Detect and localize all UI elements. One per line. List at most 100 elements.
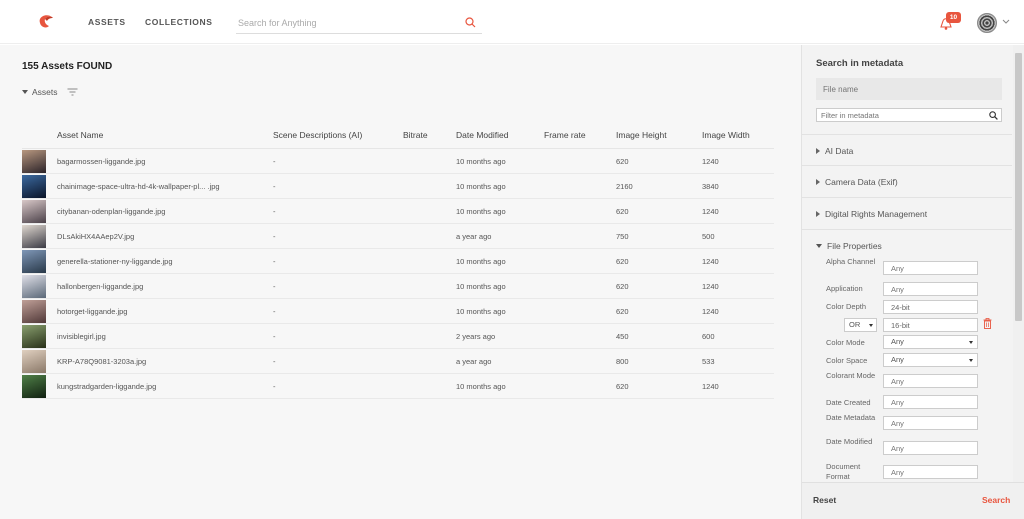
asset-name-cell[interactable]: DLsAkiHX4AAep2V.jpg <box>57 232 134 241</box>
image-width-cell: 1240 <box>702 157 719 166</box>
assets-found-title: 155 Assets FOUND <box>22 61 113 72</box>
scene-description-cell: - <box>273 307 276 316</box>
asset-name-cell[interactable]: invisiblegirl.jpg <box>57 332 106 341</box>
asset-name-cell[interactable]: hotorget-liggande.jpg <box>57 307 127 316</box>
scene-description-cell: - <box>273 332 276 341</box>
table-row[interactable]: bagarmossen-liggande.jpg - 10 months ago 62… <box>22 149 774 174</box>
asset-name-cell[interactable]: hallonbergen-liggande.jpg <box>57 282 143 291</box>
table-row[interactable]: hotorget-liggande.jpg - 10 months ago 620 12… <box>22 299 774 324</box>
panel-scrollbar-thumb[interactable] <box>1015 53 1022 321</box>
colorant-mode-input[interactable] <box>883 374 978 388</box>
asset-name-cell[interactable]: chainimage-space-ultra-hd-4k-wallpaper-p… <box>57 182 220 191</box>
image-width-cell: 1240 <box>702 282 719 291</box>
image-width-cell: 3840 <box>702 182 719 191</box>
column-header-frame-rate[interactable]: Frame rate <box>544 130 586 140</box>
chevron-down-icon[interactable] <box>1001 16 1011 26</box>
table-header: Asset Name Scene Descriptions (AI) Bitra… <box>22 127 774 149</box>
asset-thumbnail[interactable] <box>22 250 46 273</box>
column-header-image-width[interactable]: Image Width <box>702 130 750 140</box>
reset-button[interactable]: Reset <box>813 495 836 505</box>
asset-thumbnail[interactable] <box>22 375 46 398</box>
caret-right-icon <box>816 148 820 154</box>
global-search <box>236 12 482 34</box>
table-row[interactable]: chainimage-space-ultra-hd-4k-wallpaper-p… <box>22 174 774 199</box>
table-row[interactable]: invisiblegirl.jpg - 2 years ago 450 600 <box>22 324 774 349</box>
app-logo-icon[interactable] <box>37 13 55 31</box>
table-row[interactable]: citybanan-odenplan-liggande.jpg - 10 month… <box>22 199 774 224</box>
asset-thumbnail[interactable] <box>22 200 46 223</box>
asset-thumbnail[interactable] <box>22 300 46 323</box>
section-ai-data[interactable]: AI Data <box>802 134 1012 164</box>
global-search-input[interactable] <box>238 16 458 30</box>
asset-thumbnail[interactable] <box>22 225 46 248</box>
date-modified-cell: a year ago <box>456 357 492 366</box>
file-name-input[interactable] <box>816 78 1002 100</box>
search-icon[interactable] <box>465 17 476 28</box>
prop-label-colorant-mode: Colorant Mode <box>826 371 876 380</box>
asset-name-cell[interactable]: generella-stationer-ny-liggande.jpg <box>57 257 173 266</box>
color-depth-or-input[interactable] <box>883 318 978 332</box>
asset-thumbnail[interactable] <box>22 325 46 348</box>
asset-name-cell[interactable]: kungstradgarden-liggande.jpg <box>57 382 156 391</box>
notification-count-badge: 10 <box>946 12 961 23</box>
search-button[interactable]: Search <box>982 495 1010 505</box>
image-height-cell: 620 <box>616 257 629 266</box>
nav-assets-link[interactable]: ASSETS <box>88 17 126 27</box>
asset-name-cell[interactable]: KRP-A78Q9081-3203a.jpg <box>57 357 146 366</box>
prop-label-color-space: Color Space <box>826 356 868 365</box>
prop-label-color-depth: Color Depth <box>826 302 867 311</box>
metadata-filter-input[interactable] <box>821 110 981 121</box>
filter-icon[interactable] <box>67 87 78 97</box>
color-mode-select[interactable]: Any <box>883 335 978 349</box>
prop-label-date-created: Date Created <box>826 398 871 407</box>
table-row[interactable]: kungstradgarden-liggande.jpg - 10 months a… <box>22 374 774 399</box>
prop-label-application: Application <box>826 284 863 293</box>
caret-down-icon <box>22 90 28 94</box>
image-height-cell: 620 <box>616 307 629 316</box>
nav-collections-link[interactable]: COLLECTIONS <box>145 17 213 27</box>
scene-description-cell: - <box>273 357 276 366</box>
search-icon[interactable] <box>989 111 998 120</box>
asset-thumbnail[interactable] <box>22 275 46 298</box>
assets-collapse-toggle[interactable]: Assets <box>22 87 58 97</box>
alpha-channel-input[interactable] <box>883 261 978 275</box>
date-metadata-input[interactable] <box>883 416 978 430</box>
top-navigation-bar: ASSETS COLLECTIONS 10 <box>0 0 1024 44</box>
date-created-input[interactable] <box>883 395 978 409</box>
column-header-asset-name[interactable]: Asset Name <box>57 130 103 140</box>
date-modified-input[interactable] <box>883 441 978 455</box>
table-row[interactable]: DLsAkiHX4AAep2V.jpg - a year ago 750 500 <box>22 224 774 249</box>
column-header-bitrate[interactable]: Bitrate <box>403 130 428 140</box>
caret-down-icon <box>869 324 873 327</box>
trash-icon[interactable] <box>983 318 992 329</box>
asset-name-cell[interactable]: bagarmossen-liggande.jpg <box>57 157 145 166</box>
prop-label-date-modified: Date Modified <box>826 437 873 446</box>
image-height-cell: 750 <box>616 232 629 241</box>
date-modified-cell: 10 months ago <box>456 257 506 266</box>
scene-description-cell: - <box>273 282 276 291</box>
table-row[interactable]: hallonbergen-liggande.jpg - 10 months ago 6… <box>22 274 774 299</box>
section-file-properties[interactable]: File Properties <box>802 229 1012 259</box>
panel-title: Search in metadata <box>816 58 904 69</box>
section-label: Camera Data (Exif) <box>825 177 898 187</box>
color-depth-operator-select[interactable]: OR <box>844 318 877 332</box>
operator-value: OR <box>849 320 861 329</box>
select-value: Any <box>891 355 904 364</box>
section-digital-rights[interactable]: Digital Rights Management <box>802 197 1012 227</box>
color-space-select[interactable]: Any <box>883 353 978 367</box>
application-input[interactable] <box>883 282 978 296</box>
table-row[interactable]: generella-stationer-ny-liggande.jpg - 10 m… <box>22 249 774 274</box>
column-header-date-modified[interactable]: Date Modified <box>456 130 508 140</box>
user-avatar[interactable] <box>977 13 997 33</box>
asset-thumbnail[interactable] <box>22 350 46 373</box>
color-depth-input[interactable] <box>883 300 978 314</box>
column-header-scene-descriptions[interactable]: Scene Descriptions (AI) <box>273 130 362 140</box>
section-camera-data[interactable]: Camera Data (Exif) <box>802 165 1012 195</box>
table-row[interactable]: KRP-A78Q9081-3203a.jpg - a year ago 800 533 <box>22 349 774 374</box>
asset-thumbnail[interactable] <box>22 175 46 198</box>
prop-label-document-format: Document Format <box>826 462 861 481</box>
asset-thumbnail[interactable] <box>22 150 46 173</box>
document-format-input[interactable] <box>883 465 978 479</box>
column-header-image-height[interactable]: Image Height <box>616 130 667 140</box>
asset-name-cell[interactable]: citybanan-odenplan-liggande.jpg <box>57 207 165 216</box>
